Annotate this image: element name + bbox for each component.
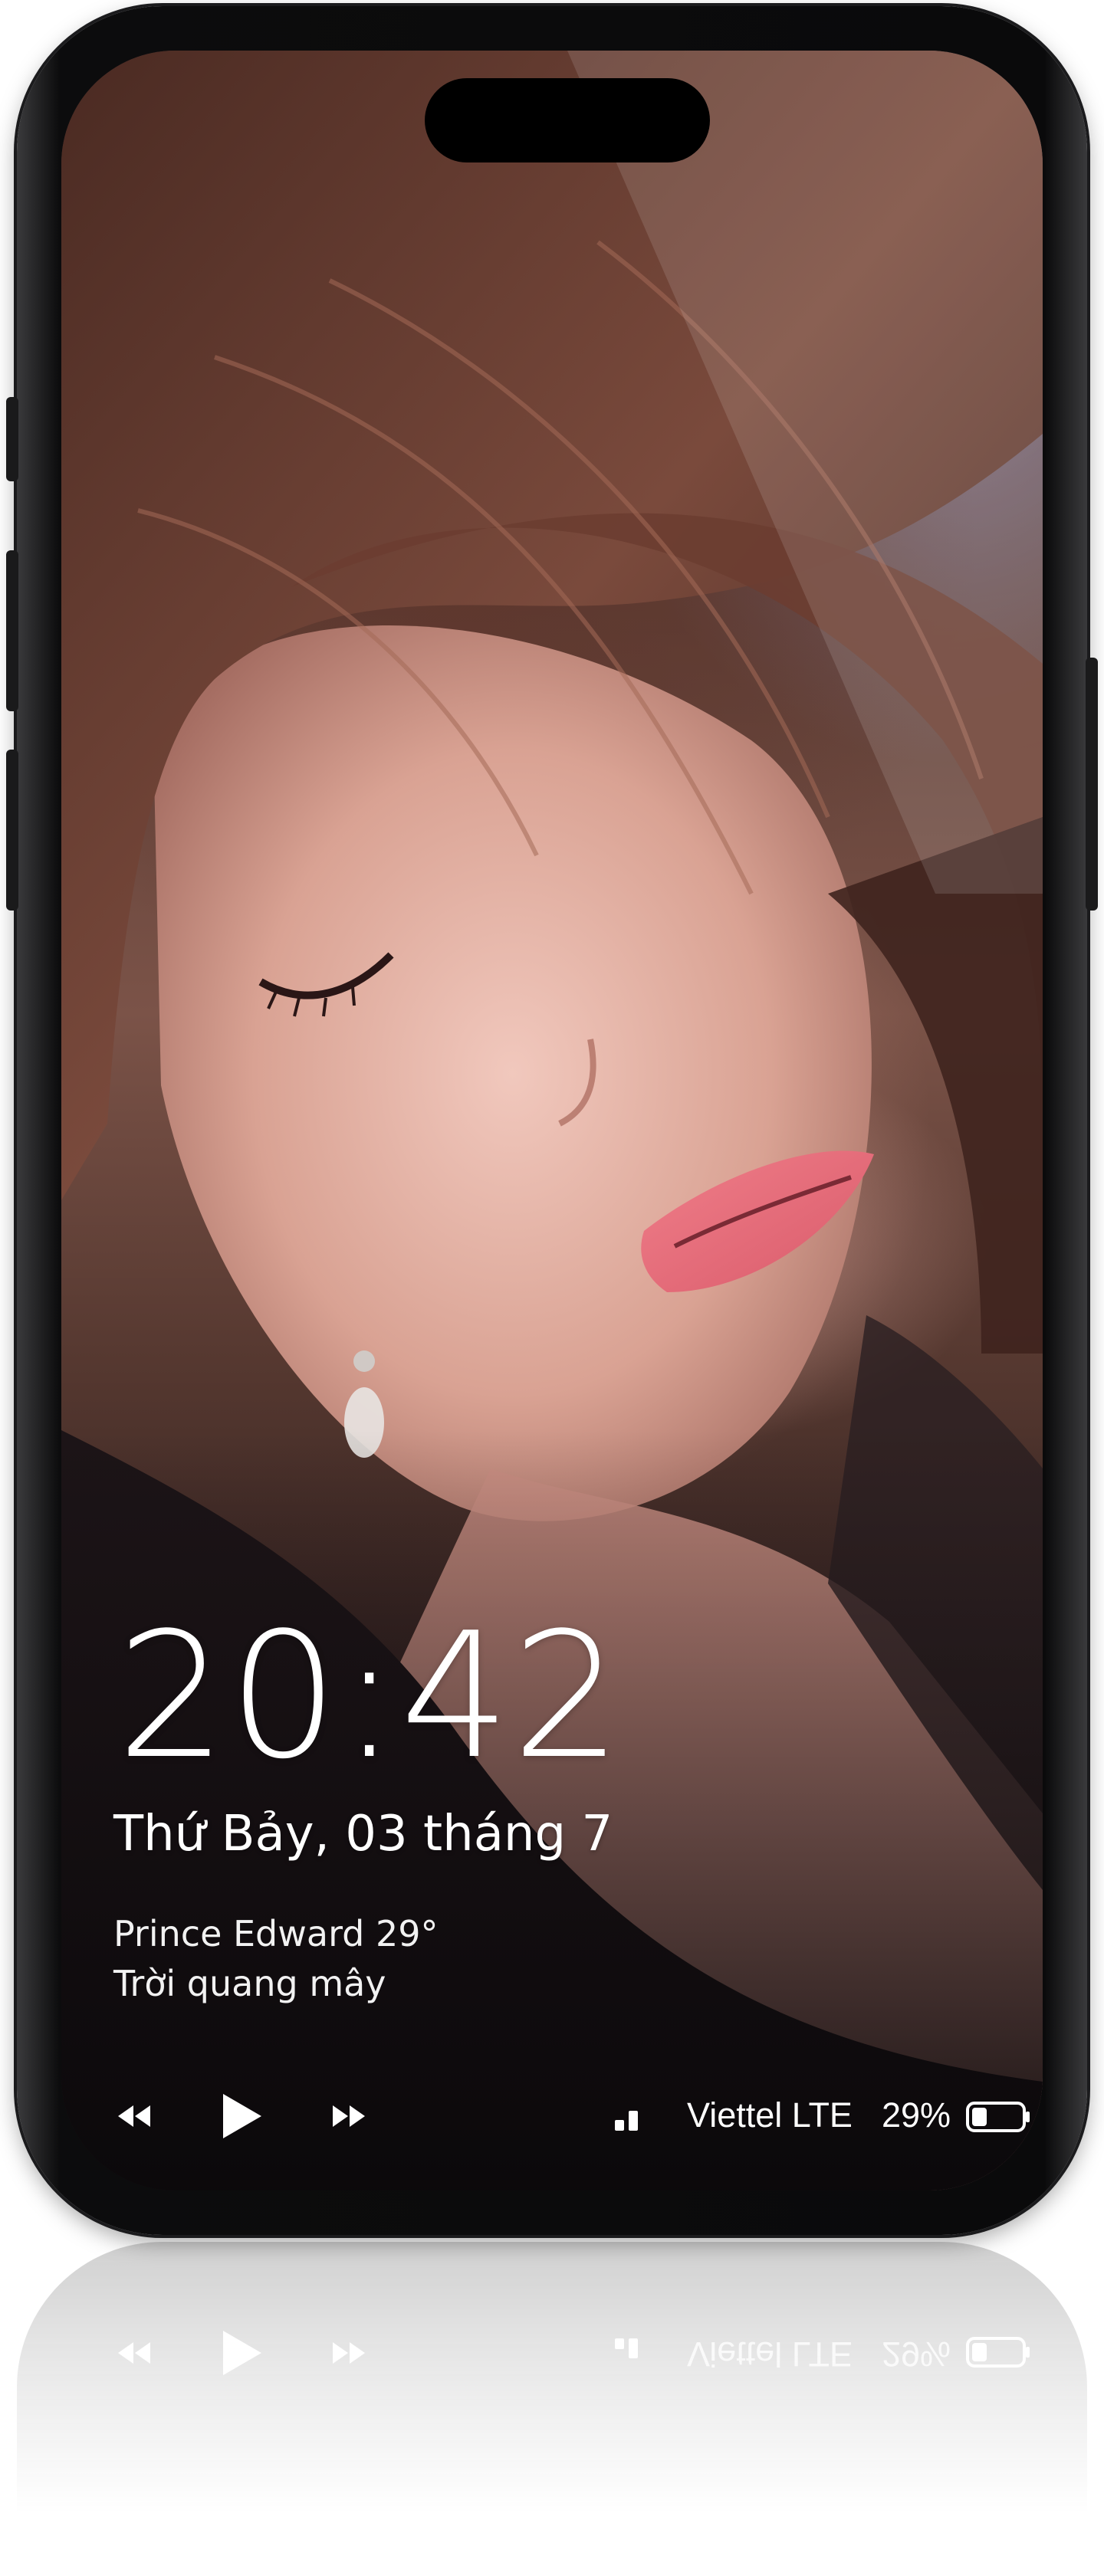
fast-forward-icon	[333, 2105, 365, 2127]
signal-bars-icon	[615, 2111, 638, 2131]
volume-down-button[interactable]	[6, 750, 18, 911]
reflection-bottom-bar: Viettel LTE 29%	[61, 2318, 1043, 2387]
reflection-forward	[322, 2318, 376, 2387]
action-button[interactable]	[6, 397, 18, 481]
rewind-icon	[118, 2342, 150, 2364]
play-icon	[223, 2094, 261, 2138]
next-track-button[interactable]	[322, 2082, 376, 2151]
reflection-play	[211, 2318, 272, 2387]
battery-icon	[966, 2337, 1030, 2368]
battery-percent: 29%	[882, 2095, 951, 2135]
phone-reflection: Viettel LTE 29%	[17, 2242, 1087, 2564]
fast-forward-icon	[333, 2342, 365, 2364]
lock-clock: 20:42	[117, 1596, 624, 1797]
lock-screen[interactable]: 20:42 Thứ Bảy, 03 tháng 7 Prince Edward …	[61, 51, 1043, 2190]
play-button[interactable]	[211, 2082, 272, 2151]
phone-frame: 20:42 Thứ Bảy, 03 tháng 7 Prince Edward …	[6, 6, 1098, 2235]
reflection-rewind	[107, 2318, 161, 2387]
battery-icon	[966, 2102, 1030, 2132]
lock-date: Thứ Bảy, 03 tháng 7	[113, 1806, 613, 1862]
reflection-frame	[17, 2242, 1087, 2564]
reflection-carrier: Viettel LTE	[687, 2335, 853, 2374]
wallpaper-image	[61, 51, 1043, 2190]
carrier-label: Viettel LTE	[687, 2095, 853, 2135]
mockup-stage: 20:42 Thứ Bảy, 03 tháng 7 Prince Edward …	[0, 0, 1104, 2576]
dynamic-island	[425, 78, 710, 162]
play-icon	[223, 2331, 261, 2375]
lock-bottom-bar: Viettel LTE 29%	[61, 2082, 1043, 2151]
weather-condition: Trời quang mây	[113, 1963, 386, 2004]
previous-track-button[interactable]	[107, 2082, 161, 2151]
volume-up-button[interactable]	[6, 550, 18, 711]
rewind-icon	[118, 2105, 150, 2127]
power-button[interactable]	[1086, 658, 1098, 911]
weather-location-temp: Prince Edward 29°	[113, 1913, 439, 1954]
reflection-battery-percent: 29%	[882, 2335, 951, 2374]
signal-bars-icon	[615, 2338, 638, 2358]
